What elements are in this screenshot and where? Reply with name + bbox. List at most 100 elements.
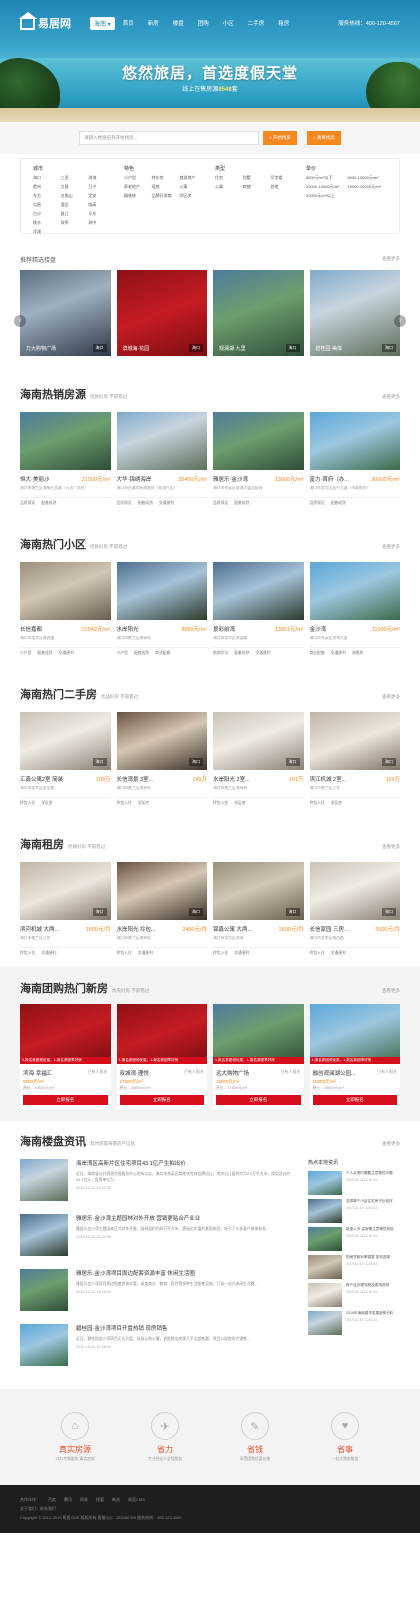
nav-item-secondhand[interactable]: 二手房 <box>248 19 265 27</box>
news-item[interactable]: 碧桂园·金沙湾项目开盘热销 现房销售 近日，碧桂园金沙湾项目正式开盘，现场认购火爆… <box>20 1324 296 1379</box>
listing-card[interactable]: 长信嘉都 22042元/m² 海口市龙华区城西路 小户型 配套成熟 交通便利 <box>20 562 111 656</box>
filter-option[interactable]: 10000-15000元/m² <box>306 184 346 190</box>
news-item[interactable]: 雅居乐·金沙湾主题园林对外开放 营销更贴合产业业 雅居乐金沙湾主题园林正式对外开放… <box>20 1214 296 1269</box>
nav-item-buildings[interactable]: 楼盘 <box>173 19 184 27</box>
city-select-button[interactable]: 海南 ▾ <box>90 16 115 30</box>
group-more-link[interactable]: 查看更多 <box>382 988 400 994</box>
footer-about[interactable]: 关于我们：联系我们 <box>20 1506 400 1512</box>
recommend-card[interactable]: 滨城海·花园 海口 <box>116 270 207 356</box>
filter-option[interactable]: 小户型 <box>124 175 150 181</box>
listing-card[interactable]: 海口 滨江机城 2室... 116万 海口市美兰区江东 拎包入住 学区房 <box>309 712 400 806</box>
signup-button[interactable]: 立即报名 <box>312 1095 397 1105</box>
recommend-more-link[interactable]: 查看更多 <box>382 256 400 262</box>
filter-option[interactable]: 洋浦 <box>33 229 59 235</box>
hot-news-item[interactable]: 房产证办理流程及费用说明 2019-10-11 11:40:43 <box>308 1283 400 1311</box>
filter-option[interactable]: 临高 <box>88 202 114 208</box>
recommend-card[interactable]: 碧桂园·美岸 海口 <box>309 270 400 356</box>
section-more-link[interactable]: 查看更多 <box>382 544 400 550</box>
footer-link[interactable]: 搜狐 <box>96 1497 104 1503</box>
filter-option[interactable]: 白沙 <box>33 211 59 217</box>
site-logo[interactable]: 易居网 <box>19 11 90 31</box>
filter-option[interactable]: 陵水 <box>33 220 59 226</box>
listing-card[interactable]: 金沙湾 11000元/m² 海口市秀英区滨海大道 商业配套 交通便利 海景房 <box>309 562 400 656</box>
filter-option[interactable]: 澄迈 <box>61 202 87 208</box>
filter-option[interactable]: 8000元/m²以下 <box>306 175 346 181</box>
hot-news-item[interactable]: 个人买房时需要注意哪些问题 2019-10-11 11:40:43 <box>308 1171 400 1199</box>
hot-news-title[interactable]: 购房贷款利率调整 如何选择 <box>346 1255 400 1260</box>
listing-card[interactable]: 景彩前湾 13861元/m² 海口市龙华区滨涯路 南湖学位 配套成熟 交通便利 <box>213 562 304 656</box>
news-headline[interactable]: 雅居乐·金沙湾项目周边配套资源丰富 休闲生活圈 <box>76 1269 296 1277</box>
nav-item-home[interactable]: 首页 <box>123 19 134 27</box>
filter-option[interactable]: 万宁 <box>88 184 114 190</box>
group-card[interactable]: 1.报名参团领优惠，1.报名参团享好房 双城湾·理悦 已有人报名 17800元/m² 原… <box>116 1004 207 1109</box>
filter-option[interactable]: 三亚 <box>61 175 87 181</box>
filter-option[interactable]: 写字楼 <box>270 175 296 181</box>
nav-item-community[interactable]: 小区 <box>223 19 234 27</box>
recommend-card[interactable]: 观澜湖·九里 海口 <box>213 270 304 356</box>
recommend-card[interactable]: 万大购物广场 海口 <box>20 270 111 356</box>
filter-option[interactable]: 精装修 <box>124 193 150 199</box>
carousel-next-icon[interactable]: › <box>394 315 406 327</box>
filter-option[interactable]: 养老地产 <box>124 184 150 190</box>
nav-item-new[interactable]: 新房 <box>148 19 159 27</box>
signup-button[interactable]: 立即报名 <box>216 1095 301 1105</box>
hot-news-item[interactable]: 2019年海南楼市发展趋势分析 2019-10-11 11:40:43 <box>308 1311 400 1339</box>
hot-news-title[interactable]: 个人买房时需要注意哪些问题 <box>346 1171 400 1176</box>
listing-card[interactable]: 海口 长信湾景 3室... 145万 海口市美兰区海甸岛 拎包入住 学区房 <box>116 712 207 806</box>
section-more-link[interactable]: 查看更多 <box>382 694 400 700</box>
footer-link[interactable]: 百度 <box>48 1497 56 1503</box>
hot-news-item[interactable]: 选择哪个小区住宅房子比较好 2019-10-11 11:40:43 <box>308 1199 400 1227</box>
filter-option[interactable]: 品牌开发商 <box>152 193 178 199</box>
filter-option[interactable]: 儋州 <box>33 184 59 190</box>
filter-option[interactable]: 保亭 <box>61 220 87 226</box>
listing-card[interactable]: 海口 长信家园 三房... 3500元/月 海口市龙华区城西路 拎包入住 交通便利 <box>309 862 400 956</box>
listing-card[interactable]: 大华·锦绣海岸 35400元/m² 海口市西海岸新海港旁（长流片区） 品质保证 配套成熟… <box>116 412 207 506</box>
filter-option[interactable]: 五指山 <box>61 193 87 199</box>
filter-option[interactable]: 20000元/m²以上 <box>306 193 346 199</box>
news-headline[interactable]: 海岸湾区高新片区住宅项目43.1亿产生拍出价 <box>76 1159 296 1167</box>
listing-card[interactable]: 海口 汇鑫公寓2室 简装 109万 海口市龙华区金龙路 拎包入住 学区房 <box>20 712 111 806</box>
filter-option[interactable]: 琼海 <box>88 175 114 181</box>
footer-link[interactable]: 网易 <box>80 1497 88 1503</box>
hot-news-title[interactable]: 新盘入市 买房需注意哪些风险 <box>346 1227 400 1232</box>
filter-option[interactable]: 乐东 <box>88 211 114 217</box>
listing-card[interactable]: 海口 滨河机城 大两... 1800元/月 海口市美兰区江东 拎包入住 交通便利 <box>20 862 111 956</box>
carousel-prev-icon[interactable]: ‹ <box>14 315 26 327</box>
filter-option[interactable]: 别墅 <box>243 175 269 181</box>
nav-item-rent[interactable]: 租房 <box>278 19 289 27</box>
search-button[interactable]: ⌕ 开始找房 <box>263 131 297 145</box>
listing-card[interactable]: 海口 锦鑫公寓 大两... 2600元/月 海口市龙华区滨海 拎包入住 交通便利 <box>213 862 304 956</box>
filter-option[interactable]: 琼中 <box>88 220 114 226</box>
filter-option[interactable]: 现房 <box>152 184 178 190</box>
news-more-link[interactable]: 查看更多 <box>382 1141 400 1147</box>
filter-option[interactable]: 8000-10000元/m² <box>348 175 388 181</box>
footer-link[interactable]: 易居CMS <box>128 1497 145 1503</box>
news-headline[interactable]: 雅居乐·金沙湾主题园林对外开放 营销更贴合产业业 <box>76 1214 296 1222</box>
footer-link[interactable]: 腾讯 <box>64 1497 72 1503</box>
filter-option[interactable]: 海口 <box>33 175 59 181</box>
filter-option[interactable]: 商铺 <box>243 184 269 190</box>
filter-option[interactable]: 旅游地产 <box>179 175 205 181</box>
hot-news-item[interactable]: 新盘入市 买房需注意哪些风险 2019-10-11 11:40:43 <box>308 1227 400 1255</box>
filter-option[interactable]: 东方 <box>33 193 59 199</box>
listing-card[interactable]: 富力·首府（办... 30000元/m² 海口市龙华区国兴大道（市政府旁） 品质保证 配… <box>309 412 400 506</box>
filter-option[interactable]: 公寓 <box>179 184 205 190</box>
section-more-link[interactable]: 查看更多 <box>382 394 400 400</box>
news-headline[interactable]: 碧桂园·金沙湾项目开盘热销 现房销售 <box>76 1324 296 1332</box>
filter-option[interactable]: 昌江 <box>61 211 87 217</box>
filter-option[interactable]: 文昌 <box>61 184 87 190</box>
hot-news-item[interactable]: 购房贷款利率调整 如何选择 2019-10-11 11:40:43 <box>308 1255 400 1283</box>
hot-news-title[interactable]: 房产证办理流程及费用说明 <box>346 1283 400 1288</box>
section-more-link[interactable]: 查看更多 <box>382 844 400 850</box>
filter-option[interactable]: 住宅 <box>215 175 241 181</box>
filter-option[interactable]: 公寓 <box>215 184 241 190</box>
filter-option[interactable]: 特价房 <box>152 175 178 181</box>
news-item[interactable]: 雅居乐·金沙湾项目周边配套资源丰富 休闲生活圈 雅居乐金沙湾项目周边配套资源丰富，… <box>20 1269 296 1324</box>
signup-button[interactable]: 立即报名 <box>119 1095 204 1105</box>
filter-option[interactable]: 屯昌 <box>33 202 59 208</box>
hot-news-title[interactable]: 选择哪个小区住宅房子比较好 <box>346 1199 400 1204</box>
listing-card[interactable]: 雅居乐·金沙湾 13800元/m² 海口市秀英区滨海大道西延线 品质保证 配套成熟 <box>213 412 304 506</box>
footer-link[interactable]: 新浪 <box>112 1497 120 1503</box>
find-house-button[interactable]: ⌂ 我要找房 <box>306 131 341 145</box>
listing-card[interactable]: 恒大·美丽沙 21500元/m² 海口市美兰区海甸五西路（万达广场旁） 品质保证 配套成… <box>20 412 111 506</box>
